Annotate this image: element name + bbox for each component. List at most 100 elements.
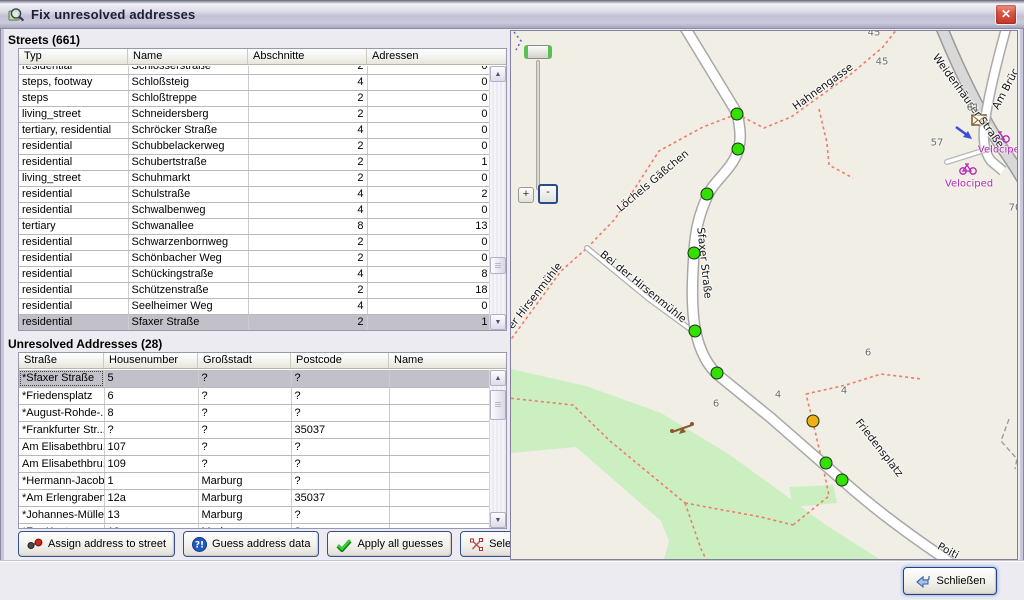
table-cell: 2 [248, 282, 367, 298]
table-row[interactable]: stepsSchloßtreppe20 [19, 90, 489, 106]
table-row[interactable]: *Zur Kaute13Marburg? [19, 523, 489, 528]
table-cell: 0 [367, 90, 489, 106]
close-window-button[interactable]: ✕ [995, 4, 1017, 25]
table-row[interactable]: steps, footwaySchloßsteig40 [19, 74, 489, 90]
table-cell: 2 [248, 154, 367, 170]
table-row[interactable]: residentialSchlosserstraße20 [19, 66, 489, 74]
addresses-section-title: Unresolved Addresses (28) [8, 337, 162, 351]
table-row[interactable]: residentialSchützenstraße218 [19, 282, 489, 298]
table-row[interactable]: *August-Rohde-...8?? [19, 404, 489, 421]
addresses-scrollbar[interactable]: ▲ ▼ [489, 370, 506, 528]
table-cell: 0 [367, 298, 489, 314]
map-marker[interactable] [688, 247, 701, 260]
table-cell: Schwanallee [128, 218, 248, 234]
assign-address-to-street-button[interactable]: Assign address to street [18, 531, 175, 557]
table-cell [389, 506, 489, 523]
column-header-postcode[interactable]: Postcode [291, 353, 389, 368]
table-cell [389, 404, 489, 421]
table-row[interactable]: *Am Erlengraben12aMarburg35037 [19, 489, 489, 506]
table-row[interactable]: residentialSchulstraße42 [19, 186, 489, 202]
scroll-up-button[interactable]: ▲ [490, 66, 506, 82]
apply-icon [336, 537, 352, 552]
street-name-label: Hahnengasse [791, 61, 856, 113]
table-cell: ? [291, 506, 389, 523]
title-bar[interactable]: Fix unresolved addresses ✕ [0, 0, 1024, 29]
table-row[interactable]: *Friedensplatz6?? [19, 387, 489, 404]
map-marker[interactable] [689, 325, 702, 338]
guess-icon: ?! [192, 537, 207, 552]
apply-all-guesses-button[interactable]: Apply all guesses [327, 531, 452, 557]
column-header-name[interactable]: Name [128, 49, 248, 64]
table-row[interactable]: Am Elisabethbru...107?? [19, 438, 489, 455]
table-row[interactable]: *Frankfurter Str...??35037 [19, 421, 489, 438]
streets-scrollbar[interactable]: ▲ ▼ [489, 66, 506, 330]
table-cell: *Am Erlengraben [19, 489, 104, 506]
zoom-slider-track[interactable] [536, 60, 540, 190]
table-cell: 0 [367, 234, 489, 250]
table-row[interactable]: residentialSchubbelackerweg20 [19, 138, 489, 154]
street-name-label: Sfaxer Straße [694, 227, 713, 299]
table-cell: 13 [367, 218, 489, 234]
table-row[interactable]: Am Elisabethbru...109?? [19, 455, 489, 472]
table-cell: Am Elisabethbru... [19, 455, 104, 472]
table-row[interactable]: residentialSchückingstraße48 [19, 266, 489, 282]
table-row[interactable]: residentialSchwalbenweg40 [19, 202, 489, 218]
table-row[interactable]: residentialSeelheimer Weg40 [19, 298, 489, 314]
zoom-slider-handle[interactable] [524, 45, 552, 59]
table-row[interactable]: residentialSchönbacher Weg20 [19, 250, 489, 266]
scroll-down-button[interactable]: ▼ [490, 512, 506, 528]
table-row[interactable]: *Hermann-Jacob...1Marburg? [19, 472, 489, 489]
guess-address-data-button[interactable]: ?! Guess address data [183, 531, 319, 557]
table-cell [389, 421, 489, 438]
table-cell: Schloßtreppe [128, 90, 248, 106]
table-cell: *August-Rohde-... [19, 404, 104, 421]
scroll-up-button[interactable]: ▲ [490, 370, 506, 386]
map-canvas[interactable]: Löchels GäßchenHahnengasseBei der Hirsen… [510, 30, 1018, 560]
table-cell: residential [19, 138, 128, 154]
map-marker[interactable] [820, 457, 833, 470]
table-cell: 0 [367, 122, 489, 138]
zoom-in-button[interactable]: + [518, 187, 534, 203]
zoom-out-button[interactable]: - [538, 184, 558, 204]
house-number-label: 57 [931, 138, 944, 149]
table-row[interactable]: *Sfaxer Straße5?? [19, 370, 489, 387]
table-cell: 0 [367, 170, 489, 186]
scroll-down-button[interactable]: ▼ [490, 314, 506, 330]
table-row[interactable]: tertiarySchwanallee813 [19, 218, 489, 234]
column-header-housenumber[interactable]: Housenumber [104, 353, 198, 368]
table-cell: 13 [104, 523, 198, 528]
assign-icon [27, 537, 43, 551]
column-header-grossstadt[interactable]: Großstadt [198, 353, 291, 368]
table-cell: Schubbelackerweg [128, 138, 248, 154]
table-row[interactable]: residentialSchubertstraße21 [19, 154, 489, 170]
scrollbar-thumb[interactable] [490, 257, 506, 274]
column-header-strasse[interactable]: Straße [19, 353, 104, 368]
column-header-adressen[interactable]: Adressen [367, 49, 506, 64]
table-cell: 0 [367, 138, 489, 154]
table-row[interactable]: residentialSchwarzenbornweg20 [19, 234, 489, 250]
map-marker[interactable] [732, 143, 745, 156]
column-header-name[interactable]: Name [389, 353, 506, 368]
street-name-label: er Hirsenmühle [510, 260, 565, 331]
column-header-abschnitte[interactable]: Abschnitte [248, 49, 367, 64]
map-marker[interactable] [701, 188, 714, 201]
map-marker[interactable] [807, 415, 820, 428]
table-cell: *Sfaxer Straße [19, 370, 104, 387]
table-cell: 2 [367, 186, 489, 202]
column-header-typ[interactable]: Typ [19, 49, 128, 64]
table-cell: Schröcker Straße [128, 122, 248, 138]
close-dialog-button[interactable]: Schließen [903, 567, 997, 595]
table-row[interactable]: living_streetSchuhmarkt20 [19, 170, 489, 186]
app-icon [8, 6, 25, 23]
table-cell: residential [19, 282, 128, 298]
table-row[interactable]: *Johannes-Mülle...13Marburg? [19, 506, 489, 523]
table-cell: 35037 [291, 421, 389, 438]
scrollbar-thumb[interactable] [490, 390, 506, 420]
table-row[interactable]: residentialSfaxer Straße21 [19, 314, 489, 330]
table-cell: *Zur Kaute [19, 523, 104, 528]
map-marker[interactable] [836, 474, 849, 487]
table-row[interactable]: living_streetSchneidersberg20 [19, 106, 489, 122]
map-marker[interactable] [731, 108, 744, 121]
table-row[interactable]: tertiary, residentialSchröcker Straße40 [19, 122, 489, 138]
map-marker[interactable] [711, 367, 724, 380]
